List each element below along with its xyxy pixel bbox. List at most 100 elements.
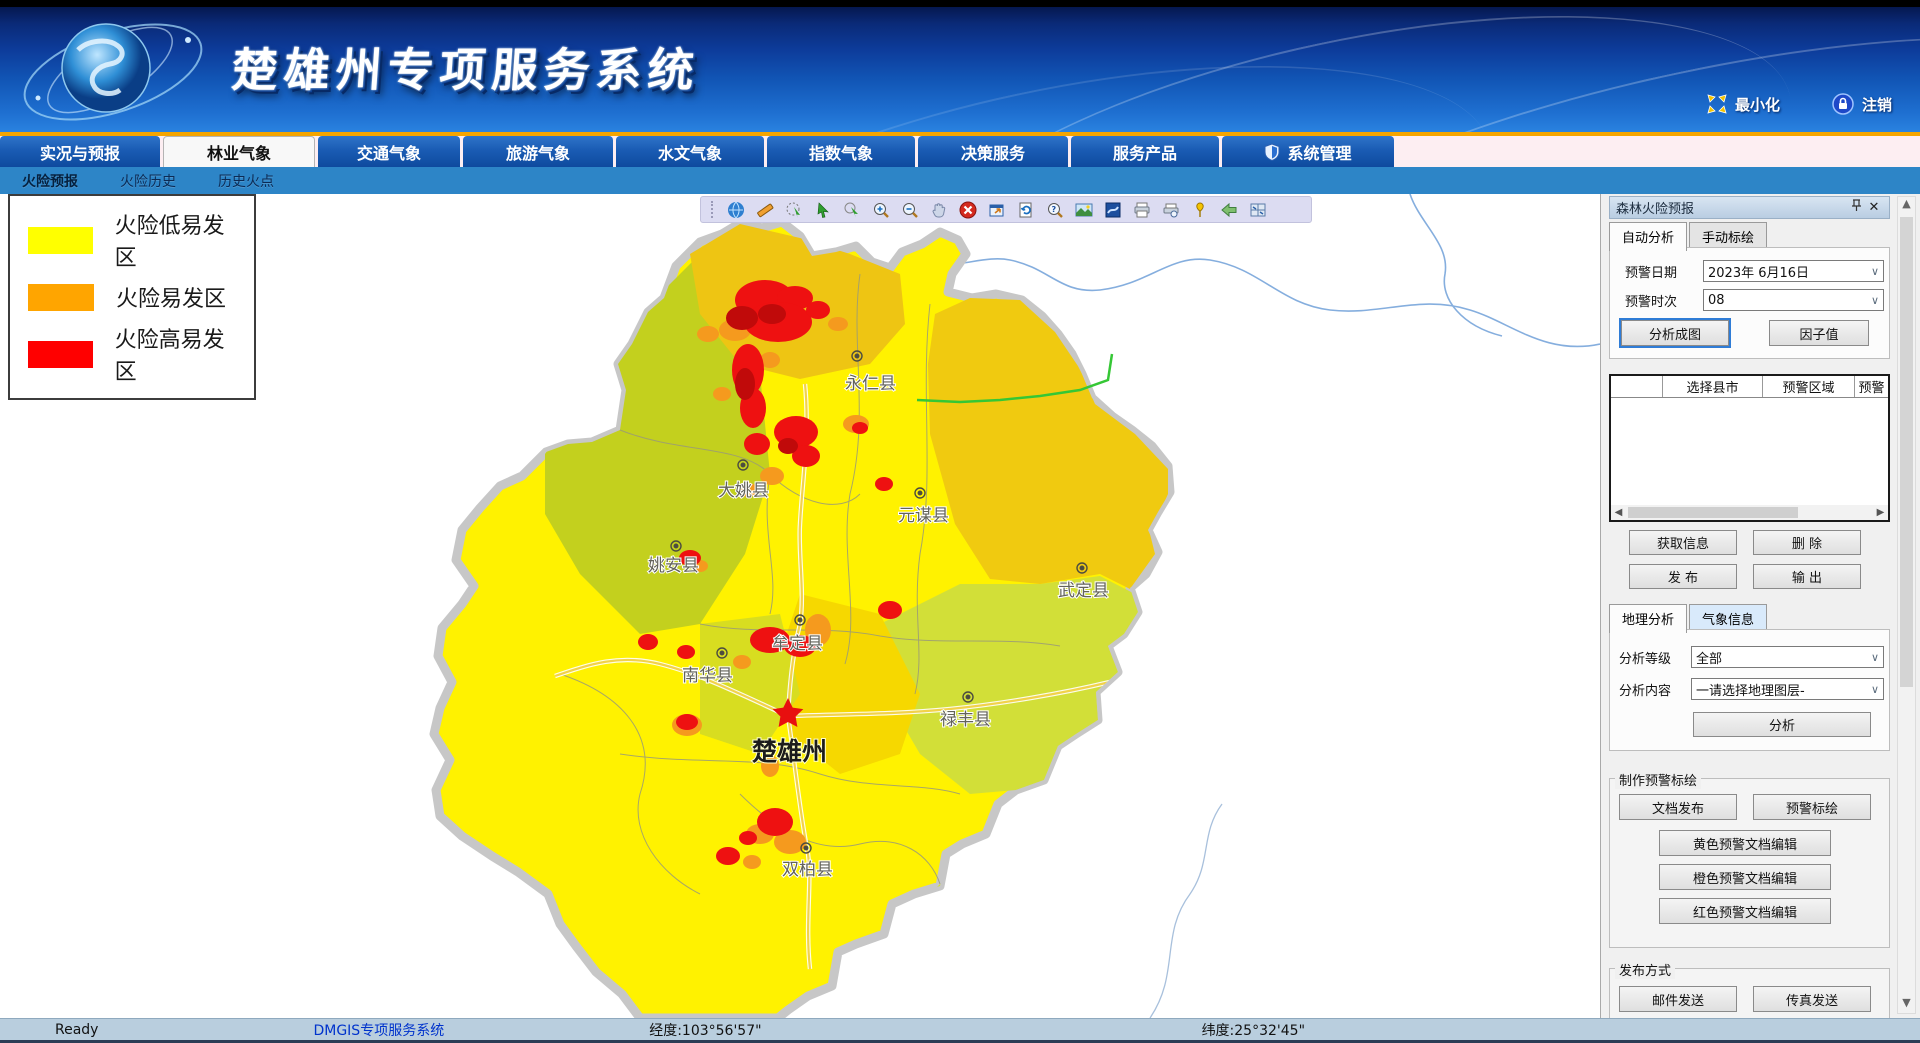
- subtab-historic-firepoints[interactable]: 历史火点: [218, 171, 274, 191]
- warning-table-header: 选择县市 预警区域 预警: [1611, 376, 1888, 398]
- app-header: 楚雄州专项服务系统 最小化 注销: [0, 0, 1920, 136]
- minimize-button[interactable]: 最小化: [1707, 94, 1780, 115]
- analysis-level-select[interactable]: 全部∨: [1691, 646, 1884, 668]
- warn-time-label: 预警时次: [1625, 291, 1703, 310]
- sub-tabbar: 火险预报 火险历史 历史火点: [0, 167, 1920, 194]
- tab-system-management[interactable]: 系统管理: [1222, 136, 1394, 167]
- forest-fire-panel: 森林火险预报 ✕ 自动分析 手动标绘 预警日期 2023年 6月16日∨ 预警时…: [1600, 194, 1920, 1018]
- analysis-content-select[interactable]: 一请选择地理图层-∨: [1691, 678, 1884, 700]
- tab-decision-service[interactable]: 决策服务: [918, 136, 1068, 167]
- globe-icon[interactable]: [726, 200, 746, 220]
- legend-item-high: 火险高易发区: [28, 322, 244, 386]
- status-ready: Ready: [55, 1022, 98, 1038]
- subtab-fire-forecast[interactable]: 火险预报: [22, 171, 78, 191]
- neighbour-boundary-line: [1150, 804, 1222, 1018]
- red-warning-doc-button[interactable]: 红色预警文档编辑: [1659, 898, 1831, 924]
- publish-group-label: 发布方式: [1615, 960, 1675, 979]
- layout-map-icon[interactable]: [1248, 200, 1268, 220]
- warn-date-select[interactable]: 2023年 6月16日∨: [1703, 260, 1884, 282]
- image-export-icon[interactable]: [1074, 200, 1094, 220]
- map-canvas[interactable]: 永仁县 元谋县 大姚县 姚安县 武定县 南华县 牟定县 禄丰县 双柏县 楚雄州 …: [0, 194, 1600, 1018]
- pushpin-icon[interactable]: [1190, 200, 1210, 220]
- table-hscrollbar[interactable]: ◀▶: [1611, 505, 1888, 520]
- delete-button[interactable]: 删 除: [1753, 530, 1861, 555]
- refresh-icon[interactable]: [1016, 200, 1036, 220]
- export-button[interactable]: 输 出: [1753, 564, 1861, 589]
- tab-auto-analysis[interactable]: 自动分析: [1609, 222, 1687, 251]
- analyze-button[interactable]: 分析: [1693, 712, 1871, 737]
- svg-text:大姚县: 大姚县: [718, 481, 769, 501]
- publish-button[interactable]: 发 布: [1629, 564, 1737, 589]
- shield-icon: [1264, 143, 1280, 161]
- back-arrow-icon[interactable]: [1219, 200, 1239, 220]
- tab-index-weather[interactable]: 指数气象: [767, 136, 915, 167]
- column-warning-area[interactable]: 预警区域: [1763, 376, 1855, 397]
- tab-hydrology-weather[interactable]: 水文气象: [616, 136, 764, 167]
- logout-button[interactable]: 注销: [1832, 93, 1892, 115]
- yellow-warning-doc-button[interactable]: 黄色预警文档编辑: [1659, 830, 1831, 856]
- select-arrow-icon[interactable]: [813, 200, 833, 220]
- warn-time-select[interactable]: 08∨: [1703, 289, 1884, 311]
- svg-text:永仁县: 永仁县: [845, 374, 896, 394]
- tab-live-forecast[interactable]: 实况与预报: [0, 136, 160, 167]
- low-risk-swatch: [28, 227, 93, 254]
- get-info-button[interactable]: 获取信息: [1629, 530, 1737, 555]
- column-warning[interactable]: 预警: [1855, 376, 1888, 397]
- tab-geo-analysis[interactable]: 地理分析: [1609, 604, 1687, 633]
- measure-ruler-icon[interactable]: [755, 200, 775, 220]
- high-risk-swatch: [28, 341, 93, 368]
- pin-icon[interactable]: [1847, 199, 1865, 216]
- svg-text:元谋县: 元谋县: [898, 506, 949, 526]
- map-legend: 火险低易发区 火险易发区 火险高易发区: [8, 194, 256, 400]
- full-extent-icon[interactable]: [987, 200, 1007, 220]
- analysis-content-label: 分析内容: [1619, 680, 1691, 699]
- page-title: 楚雄州专项服务系统: [230, 34, 703, 100]
- svg-text:牟定县: 牟定县: [772, 634, 823, 654]
- column-select-county[interactable]: 选择县市: [1663, 376, 1763, 397]
- lock-icon: [1832, 93, 1854, 115]
- prefecture-label: 楚雄州: [752, 737, 827, 766]
- warn-plot-button[interactable]: 预警标绘: [1753, 794, 1871, 820]
- select-circle-icon[interactable]: [842, 200, 862, 220]
- email-send-button[interactable]: 邮件发送: [1619, 986, 1737, 1012]
- swap-view-icon[interactable]: [1103, 200, 1123, 220]
- select-lasso-icon[interactable]: [784, 200, 804, 220]
- svg-text:双柏县: 双柏县: [782, 860, 833, 880]
- tab-tourism-weather[interactable]: 旅游气象: [463, 136, 613, 167]
- svg-text:?: ?: [1052, 205, 1057, 214]
- fax-send-button[interactable]: 传真发送: [1753, 986, 1871, 1012]
- status-system-link[interactable]: DMGIS专项服务系统: [313, 1020, 444, 1040]
- toolbar-grip[interactable]: [711, 201, 715, 218]
- pan-hand-icon[interactable]: [929, 200, 949, 220]
- tab-forestry-weather[interactable]: 林业气象: [163, 136, 315, 167]
- subtab-fire-history[interactable]: 火险历史: [120, 171, 176, 191]
- legend-item-low: 火险低易发区: [28, 208, 244, 272]
- print-icon[interactable]: [1132, 200, 1152, 220]
- zoom-out-icon[interactable]: [900, 200, 920, 220]
- minimize-icon: [1707, 94, 1727, 114]
- print-preview-icon[interactable]: [1161, 200, 1181, 220]
- tab-service-products[interactable]: 服务产品: [1071, 136, 1219, 167]
- tab-traffic-weather[interactable]: 交通气象: [318, 136, 460, 167]
- map-toolbar: ?: [700, 196, 1312, 223]
- svg-text:武定县: 武定县: [1058, 581, 1109, 601]
- svg-text:姚安县: 姚安县: [648, 556, 699, 576]
- panel-vscrollbar[interactable]: ▲ ▼: [1897, 196, 1916, 1014]
- factor-value-button[interactable]: 因子值: [1769, 320, 1869, 346]
- main-tabbar: 实况与预报 林业气象 交通气象 旅游气象 水文气象 指数气象 决策服务 服务产品…: [0, 136, 1920, 167]
- warning-table[interactable]: 选择县市 预警区域 预警 ◀▶: [1609, 374, 1890, 522]
- plot-group-label: 制作预警标绘: [1615, 770, 1701, 789]
- status-longitude: 经度:103°56'57": [649, 1020, 761, 1040]
- legend-item-mid: 火险易发区: [28, 281, 244, 313]
- doc-publish-button[interactable]: 文档发布: [1619, 794, 1737, 820]
- stop-icon[interactable]: [958, 200, 978, 220]
- globe-logo: [18, 10, 218, 134]
- analysis-level-label: 分析等级: [1619, 648, 1691, 667]
- close-icon[interactable]: ✕: [1865, 200, 1883, 215]
- zoom-in-icon[interactable]: [871, 200, 891, 220]
- orange-warning-doc-button[interactable]: 橙色预警文档编辑: [1659, 864, 1831, 890]
- identify-icon[interactable]: ?: [1045, 200, 1065, 220]
- analyze-map-button[interactable]: 分析成图: [1621, 320, 1729, 346]
- svg-text:南华县: 南华县: [682, 666, 733, 686]
- status-latitude: 纬度:25°32'45": [1202, 1020, 1305, 1040]
